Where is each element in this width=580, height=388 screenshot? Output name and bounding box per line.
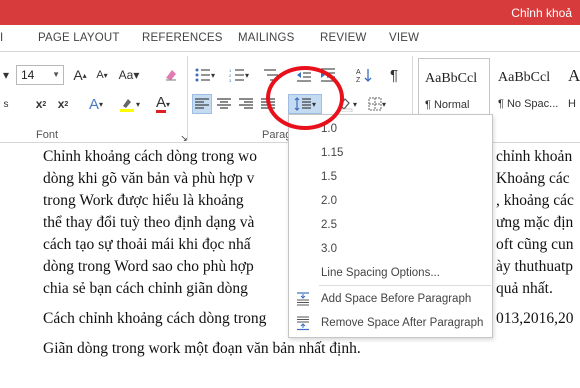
line-spacing-option[interactable]: 2.0 xyxy=(289,190,492,212)
clear-formatting-icon[interactable] xyxy=(160,65,182,85)
document-title: Chỉnh khoả xyxy=(511,6,572,20)
superscript-icon[interactable]: x2 xyxy=(54,94,72,114)
document-line-fragment: ưng mặc địn xyxy=(496,214,574,231)
tab-page-layout[interactable]: PAGE LAYOUT xyxy=(38,32,120,44)
menu-separator xyxy=(319,285,491,286)
align-center-icon[interactable] xyxy=(214,94,234,114)
document-line: Cách chỉnh khoảng cách dòng trong xyxy=(43,310,267,327)
tab-view[interactable]: VIEW xyxy=(389,32,419,44)
font-name-dropdown-arrow[interactable]: ▾ xyxy=(0,65,12,85)
highlight-circle-annotation xyxy=(266,66,344,130)
style-sample: A xyxy=(568,66,580,85)
sort-icon[interactable]: AZ xyxy=(354,65,374,85)
document-line: cách tạo sự thoải mái khi đọc nhấ xyxy=(43,236,251,253)
document-line-fragment: ày thuthuatp xyxy=(496,258,574,275)
line-spacing-option[interactable]: 2.5 xyxy=(289,214,492,236)
highlight-color-icon[interactable]: ▾ xyxy=(116,94,142,114)
tab-insert-partial[interactable]: I xyxy=(0,32,3,44)
style-sample: AaBbCcl xyxy=(498,70,551,85)
subscript-icon[interactable]: x2 xyxy=(32,94,50,114)
add-space-before-paragraph[interactable]: Add Space Before Paragraph xyxy=(289,288,492,310)
style-name: H xyxy=(568,98,576,110)
title-bar: Chỉnh khoả xyxy=(0,0,580,25)
strikethrough-icon[interactable]: s xyxy=(0,94,12,114)
document-line: chia sẻ bạn cách chỉnh giãn dòng xyxy=(43,280,248,297)
group-divider xyxy=(187,56,188,140)
grow-font-icon[interactable]: A ▴ xyxy=(70,65,90,85)
remove-space-after-icon xyxy=(297,316,309,331)
document-line-fragment: Khoảng các xyxy=(496,170,570,187)
document-line-fragment: quả nhất. xyxy=(496,280,553,297)
document-line: dòng khi gõ văn bản và phù hợp v xyxy=(43,170,255,187)
chevron-down-icon: ▼ xyxy=(52,70,60,79)
svg-text:A: A xyxy=(356,69,361,76)
bullets-icon[interactable]: ▾ xyxy=(192,65,218,85)
style-name: ¶ No Spac... xyxy=(498,98,559,110)
style-normal[interactable]: AaBbCcl ¶ Normal xyxy=(418,58,490,120)
style-no-spacing[interactable]: AaBbCcl ¶ No Spac... xyxy=(492,58,564,120)
document-line: Giãn dòng trong work một đoạn văn bản nh… xyxy=(43,340,361,357)
document-line-fragment: 013,2016,20 xyxy=(496,310,574,327)
document-line-fragment: chỉnh khoản xyxy=(496,148,573,165)
line-spacing-options-item[interactable]: Line Spacing Options... xyxy=(289,262,492,284)
tab-mailings[interactable]: MAILINGS xyxy=(238,32,295,44)
tab-references[interactable]: REFERENCES xyxy=(142,32,223,44)
svg-text:Z: Z xyxy=(356,77,361,83)
line-spacing-option[interactable]: 1.5 xyxy=(289,166,492,188)
svg-text:3: 3 xyxy=(229,78,232,82)
change-case-icon[interactable]: Aa▾ xyxy=(118,65,140,85)
document-line: Chỉnh khoảng cách dòng trong wo xyxy=(43,148,257,165)
align-left-icon[interactable] xyxy=(192,94,212,114)
style-sample: AaBbCcl xyxy=(425,71,478,86)
line-spacing-option[interactable]: 1.15 xyxy=(289,142,492,164)
borders-icon[interactable]: ▾ xyxy=(364,94,390,114)
font-size-value: 14 xyxy=(21,68,35,82)
show-formatting-marks-icon[interactable]: ¶ xyxy=(384,65,404,85)
font-color-icon[interactable]: A ▾ xyxy=(150,94,176,114)
paragraph-group-label: Parag xyxy=(262,129,292,141)
text-effects-icon[interactable]: A ▾ xyxy=(84,94,108,114)
remove-space-after-paragraph[interactable]: Remove Space After Paragraph xyxy=(289,312,492,334)
line-spacing-menu: 1.0 1.15 1.5 2.0 2.5 3.0 Line Spacing Op… xyxy=(288,114,493,338)
document-line: dòng trong Word sao cho phù hợp xyxy=(43,258,254,275)
align-right-icon[interactable] xyxy=(236,94,256,114)
shrink-font-icon[interactable]: A ▾ xyxy=(92,65,112,85)
style-name: ¶ Normal xyxy=(425,99,470,111)
ribbon-tab-strip: I PAGE LAYOUT REFERENCES MAILINGS REVIEW… xyxy=(0,25,580,51)
numbering-icon[interactable]: 1 2 3 ▾ xyxy=(226,65,252,85)
document-line: thể thay đổi tuỳ theo định dạng và xyxy=(43,214,255,231)
style-heading-partial[interactable]: A H xyxy=(566,58,580,120)
add-space-before-icon xyxy=(297,292,309,306)
font-group-label: Font xyxy=(36,129,59,141)
line-spacing-option[interactable]: 3.0 xyxy=(289,238,492,260)
document-line-fragment: , khoảng các xyxy=(496,192,574,209)
document-line-fragment: oft cũng cun xyxy=(496,236,574,253)
tab-review[interactable]: REVIEW xyxy=(320,32,367,44)
document-line: trong Work được hiểu là khoảng xyxy=(43,192,244,209)
font-size-box[interactable]: 14 ▼ xyxy=(16,65,64,85)
